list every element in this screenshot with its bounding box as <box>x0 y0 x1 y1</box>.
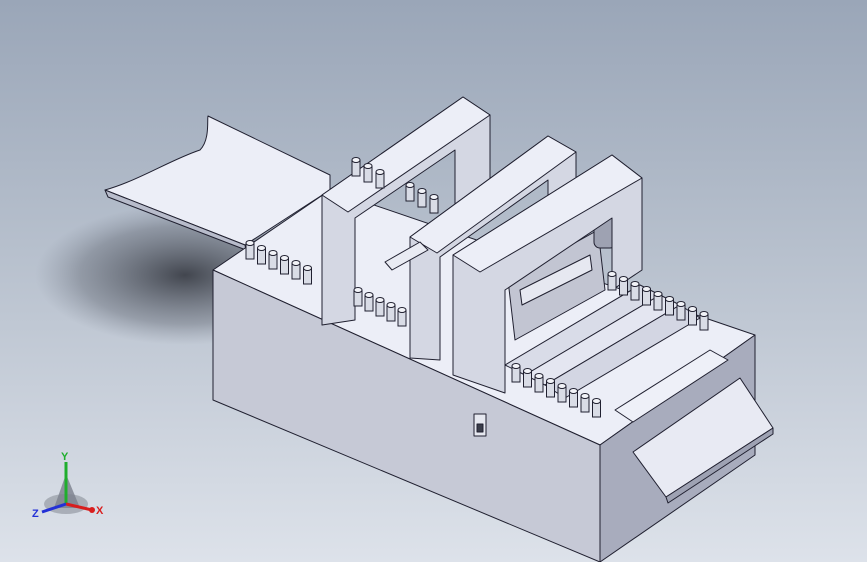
z-axis-label: Z <box>32 508 39 520</box>
pin-cap <box>546 378 555 384</box>
pin-cap <box>386 302 396 308</box>
pin-cap <box>653 291 663 297</box>
pin-cap <box>665 296 674 302</box>
pin-cap <box>607 271 617 277</box>
pin-cap <box>592 398 601 404</box>
pin-cap <box>363 163 373 169</box>
pin-cap <box>511 363 521 369</box>
pin-cap <box>534 373 544 379</box>
graphics-viewport[interactable]: Y X Z <box>0 0 867 562</box>
pin-cap <box>699 311 709 317</box>
power-switch-toggle[interactable] <box>476 423 484 433</box>
pin-cap <box>397 307 407 313</box>
pin-cap <box>688 306 697 312</box>
pin-cap <box>580 393 590 399</box>
pin-cap <box>303 265 312 271</box>
machine-model[interactable] <box>0 0 867 562</box>
x-axis-tip <box>89 507 95 513</box>
pin-cap <box>619 276 628 282</box>
pin-cap <box>364 292 374 298</box>
orientation-triad[interactable]: Y X Z <box>30 448 110 528</box>
pin-cap <box>417 188 427 194</box>
pin-cap <box>642 286 651 292</box>
y-axis-label: Y <box>61 451 69 463</box>
x-axis-label: X <box>96 505 104 517</box>
pin-cap <box>676 301 686 307</box>
pin-cap <box>429 194 439 200</box>
pin-cap <box>569 388 578 394</box>
pin-cap <box>291 260 301 266</box>
pin-cap <box>523 368 532 374</box>
pin-cap <box>375 297 385 303</box>
pin-cap <box>280 255 289 261</box>
pin-cap <box>375 169 385 175</box>
pin-cap <box>353 287 363 293</box>
pin-cap <box>351 157 361 163</box>
pin-cap <box>557 383 567 389</box>
pin-cap <box>268 250 278 256</box>
pin-cap <box>630 281 640 287</box>
pin-cap <box>245 240 255 246</box>
pin-cap <box>405 182 415 188</box>
pin-cap <box>257 245 266 251</box>
